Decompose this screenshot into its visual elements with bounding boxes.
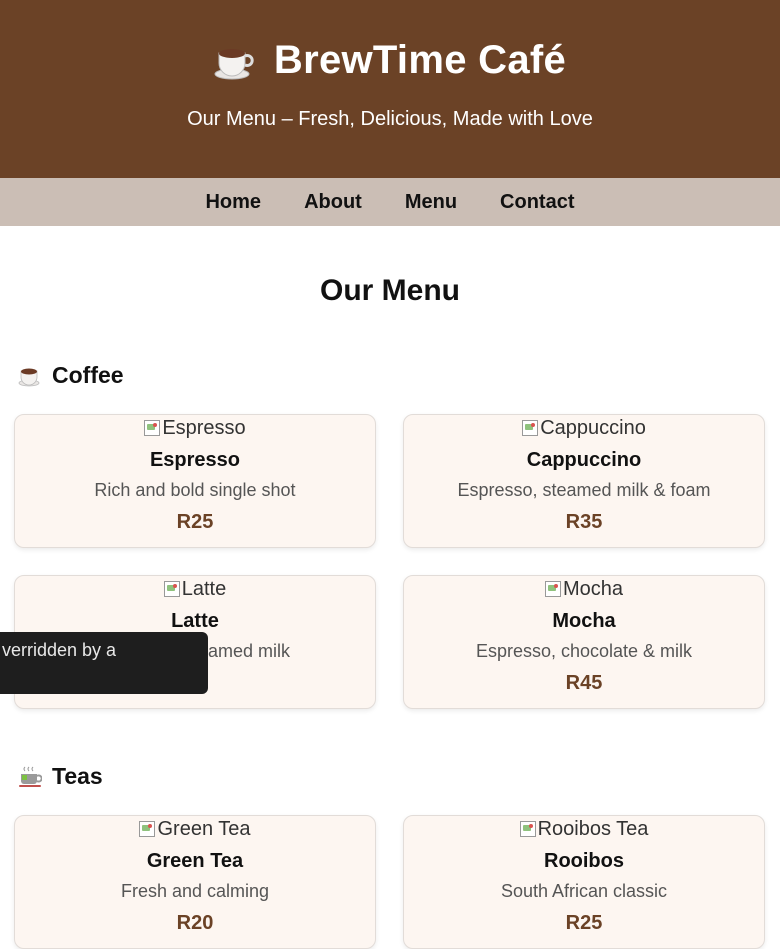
item-image: Rooibos Tea [404,818,764,840]
item-name: Latte [171,610,219,632]
item-name: Rooibos [544,850,624,872]
broken-image-icon [163,581,180,597]
section-title: Coffee [52,362,124,388]
item-description: Espresso, chocolate & milk [475,641,693,661]
item-image: Mocha [404,578,764,600]
item-description: South African classic [500,881,668,901]
coffee-cup-icon [18,365,40,387]
section-title: Teas [52,763,103,789]
nav-contact-link[interactable]: Contact [500,191,574,214]
site-header: BrewTime Café Our Menu – Fresh, Deliciou… [0,0,780,178]
broken-image-icon [544,581,561,597]
item-image: Espresso [15,417,375,439]
main-nav: Home About Menu Contact [0,178,780,226]
menu-card[interactable]: Green Tea Green Tea Fresh and calming R2… [14,815,376,949]
menu-card[interactable]: Cappuccino Cappuccino Espresso, steamed … [403,414,765,548]
broken-image-icon [139,821,156,837]
item-image: Latte [15,578,375,600]
broken-image-icon [522,420,539,436]
toast-notification: verridden by a [0,632,208,694]
tagline: Our Menu – Fresh, Delicious, Made with L… [187,108,593,130]
item-description: Espresso, steamed milk & foam [457,480,711,500]
coffee-cup-icon [214,41,254,81]
site-title: BrewTime Café [273,38,567,82]
broken-image-icon [144,420,161,436]
item-name: Green Tea [146,850,244,872]
item-name: Cappuccino [526,449,642,471]
item-price: R25 [176,511,214,533]
item-description: Fresh and calming [120,881,270,901]
item-description: Rich and bold single shot [94,480,296,500]
section-heading-teas: Teas [18,763,103,790]
menu-card[interactable]: Mocha Mocha Espresso, chocolate & milk R… [403,575,765,709]
item-image: Cappuccino [404,417,764,439]
nav-about-link[interactable]: About [304,191,362,214]
item-price: R45 [565,672,603,694]
menu-card[interactable]: Espresso Espresso Rich and bold single s… [14,414,376,548]
toast-text: verridden by a [2,640,117,660]
brand-row: BrewTime Café [0,0,780,83]
tea-cup-icon [18,766,43,788]
item-name: Espresso [149,449,241,471]
nav-home-link[interactable]: Home [205,191,261,214]
section-heading-coffee: Coffee [18,362,124,389]
item-image: Green Tea [15,818,375,840]
page-title: Our Menu [320,274,460,307]
item-name: Mocha [552,610,616,632]
menu-card[interactable]: Rooibos Tea Rooibos South African classi… [403,815,765,949]
broken-image-icon [519,821,536,837]
item-price: R35 [565,511,603,533]
nav-menu-link[interactable]: Menu [405,191,457,214]
